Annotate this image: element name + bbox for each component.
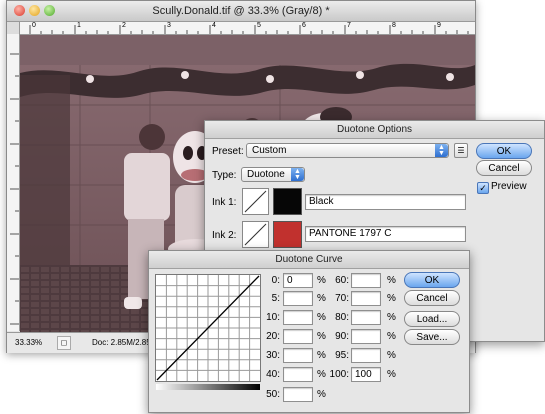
curve-label: 70: <box>335 293 349 304</box>
curve-save-button[interactable]: Save... <box>404 329 460 345</box>
curve-label: 40: <box>266 369 280 380</box>
ink2-name-field[interactable]: PANTONE 1797 C <box>305 226 466 242</box>
preset-value: Custom <box>252 145 287 156</box>
curve-value-field[interactable] <box>351 348 381 363</box>
ink1-curve-button[interactable] <box>242 188 269 215</box>
percent-sign: % <box>387 275 396 286</box>
curve-value-field[interactable] <box>283 367 313 382</box>
curve-value-field[interactable]: 100 <box>351 367 381 382</box>
duotone-curve-title: Duotone Curve <box>149 251 469 269</box>
curve-label: 90: <box>335 331 349 342</box>
percent-sign: % <box>387 331 396 342</box>
ink1-curve-icon <box>244 190 267 213</box>
percent-sign: % <box>387 350 396 361</box>
curve-label: 100: <box>329 369 349 380</box>
ruler-ticks <box>29 25 469 34</box>
vertical-ruler[interactable] <box>7 34 20 331</box>
type-select[interactable]: Duotone ▲ ▼ <box>241 167 305 182</box>
status-icon[interactable]: ◻ <box>57 336 71 350</box>
gradient-ramp <box>156 384 260 390</box>
ink1-label: Ink 1: <box>212 197 237 208</box>
curve-value-field[interactable] <box>283 310 313 325</box>
percent-sign: % <box>317 369 326 380</box>
preset-select[interactable]: Custom ▲ ▼ <box>246 143 449 158</box>
curve-label: 95: <box>335 350 349 361</box>
curve-value-field[interactable] <box>351 310 381 325</box>
type-dropdown-icon: ▲ ▼ <box>291 168 304 181</box>
curve-value-field[interactable] <box>283 291 313 306</box>
vertical-ruler-ticks <box>10 53 19 325</box>
curve-cancel-button[interactable]: Cancel <box>404 290 460 306</box>
curve-label: 50: <box>266 389 280 400</box>
percent-sign: % <box>317 312 326 323</box>
document-title-bar[interactable]: Scully.Donald.tif @ 33.3% (Gray/8) * <box>7 1 475 22</box>
preset-dropdown-icon: ▲ ▼ <box>435 144 448 157</box>
curve-value-field[interactable] <box>351 273 381 288</box>
ink2-color-swatch[interactable] <box>273 221 302 248</box>
percent-sign: % <box>317 331 326 342</box>
ruler-label: 3 <box>167 22 171 29</box>
ruler-label: 6 <box>302 22 306 29</box>
curve-grid <box>156 275 260 381</box>
curve-graph[interactable] <box>155 274 261 382</box>
curve-load-button[interactable]: Load... <box>404 311 460 327</box>
ink1-name-field[interactable]: Black <box>305 194 466 210</box>
ruler-label: 0 <box>32 22 36 29</box>
curve-value-field[interactable] <box>283 348 313 363</box>
curve-label: 60: <box>335 275 349 286</box>
curve-value-field[interactable] <box>283 387 313 402</box>
horizontal-ruler[interactable]: 0 1 2 3 4 5 6 7 8 9 <box>20 22 475 35</box>
ink2-curve-button[interactable] <box>242 221 269 248</box>
type-label: Type: <box>212 170 237 181</box>
ruler-label: 1 <box>77 22 81 29</box>
type-value: Duotone <box>247 169 285 180</box>
ruler-label: 2 <box>122 22 126 29</box>
curve-value-field[interactable] <box>351 291 381 306</box>
percent-sign: % <box>387 293 396 304</box>
preset-label: Preset: <box>212 146 244 157</box>
percent-sign: % <box>317 350 326 361</box>
ruler-label: 4 <box>212 22 216 29</box>
curve-ok-button[interactable]: OK <box>404 272 460 288</box>
percent-sign: % <box>387 369 396 380</box>
ruler-label: 9 <box>437 22 441 29</box>
curve-label: 20: <box>266 331 280 342</box>
ruler-label: 7 <box>347 22 351 29</box>
percent-sign: % <box>317 293 326 304</box>
percent-sign: % <box>387 312 396 323</box>
ink2-curve-icon <box>244 223 267 246</box>
curve-label: 5: <box>271 293 280 304</box>
document-title: Scully.Donald.tif @ 33.3% (Gray/8) * <box>152 5 330 17</box>
cancel-button[interactable]: Cancel <box>476 160 532 176</box>
preview-checkbox[interactable]: ✓ <box>477 182 489 194</box>
curve-label: 30: <box>266 350 280 361</box>
ok-button[interactable]: OK <box>476 143 532 159</box>
curve-value-field[interactable] <box>283 329 313 344</box>
percent-sign: % <box>317 275 326 286</box>
preview-label: Preview <box>491 181 527 192</box>
curve-value-field[interactable]: 0 <box>283 273 313 288</box>
zoom-level[interactable]: 33.33% <box>15 338 42 347</box>
ruler-label: 8 <box>392 22 396 29</box>
preset-options-icon[interactable]: ☰ <box>454 143 468 158</box>
curve-label: 80: <box>335 312 349 323</box>
ink1-color-swatch[interactable] <box>273 188 302 215</box>
ink2-label: Ink 2: <box>212 230 237 241</box>
percent-sign: % <box>317 389 326 400</box>
curve-label: 10: <box>266 312 280 323</box>
ruler-label: 5 <box>257 22 261 29</box>
curve-label: 0: <box>271 275 280 286</box>
duotone-curve-dialog: Duotone Curve 0: 0 % 5: % 10: % 20: % 30… <box>148 250 470 413</box>
curve-value-field[interactable] <box>351 329 381 344</box>
duotone-options-title: Duotone Options <box>205 121 544 139</box>
